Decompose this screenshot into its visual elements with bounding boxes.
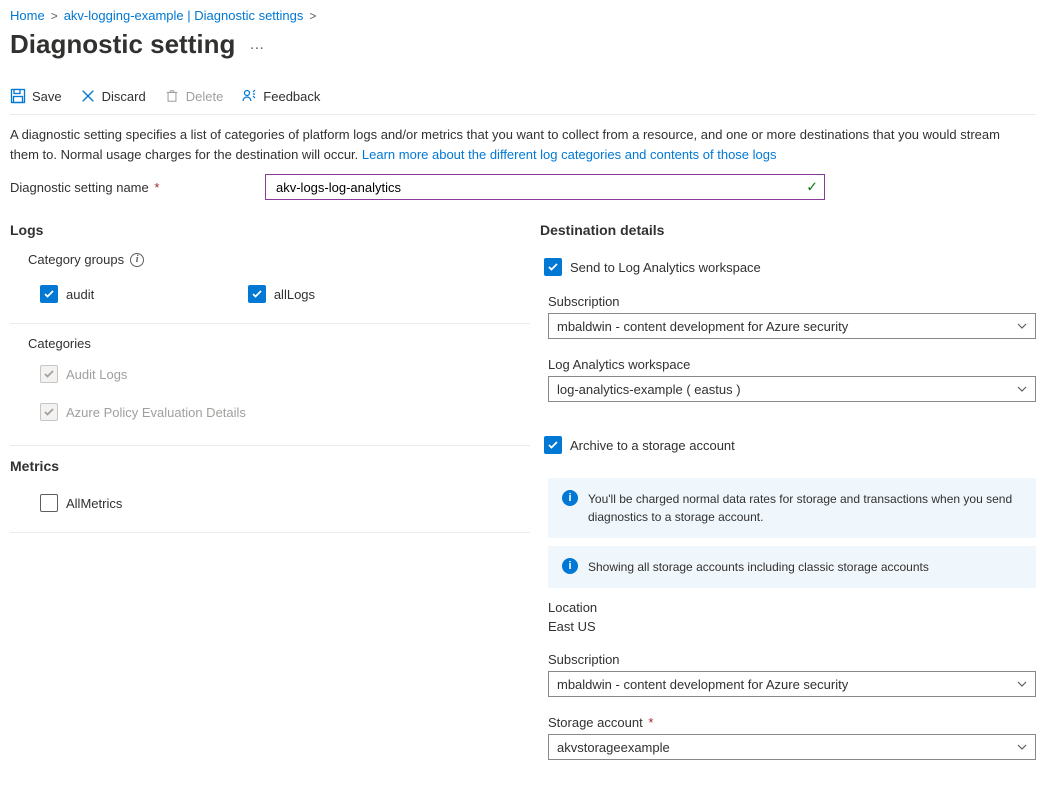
checkbox-checked-icon [544,436,562,454]
audit-label: audit [66,287,94,302]
delete-icon [164,88,180,104]
required-indicator: * [154,180,159,195]
checkbox-checked-icon [40,285,58,303]
location-label: Location [548,600,1036,615]
breadcrumb-resource[interactable]: akv-logging-example | Diagnostic setting… [64,8,304,23]
page-description: A diagnostic setting specifies a list of… [10,125,1030,164]
subscription-select[interactable]: mbaldwin - content development for Azure… [548,313,1036,339]
storage-label: Storage account [548,715,643,730]
delete-label: Delete [186,89,224,104]
more-actions-icon[interactable]: … [245,36,268,53]
info-banner-charges: i You'll be charged normal data rates fo… [548,478,1036,538]
law-label: Log Analytics workspace [548,357,1036,372]
discard-icon [80,88,96,104]
alllogs-label: allLogs [274,287,315,302]
subscription-label: Subscription [548,294,1036,309]
breadcrumb-sep-icon: > [309,9,316,23]
required-indicator: * [648,715,653,730]
logs-heading: Logs [10,222,530,238]
subscription2-value: mbaldwin - content development for Azure… [557,677,848,692]
info-icon: i [562,558,578,574]
checkbox-disabled-icon [40,403,58,421]
delete-button: Delete [164,88,224,104]
feedback-icon [241,88,257,104]
breadcrumb-home[interactable]: Home [10,8,45,23]
law-value: log-analytics-example ( eastus ) [557,382,741,397]
feedback-button[interactable]: Feedback [241,88,320,104]
feedback-label: Feedback [263,89,320,104]
categories-label: Categories [28,336,91,351]
law-select[interactable]: log-analytics-example ( eastus ) [548,376,1036,402]
page-title: Diagnostic setting [10,29,235,60]
checkbox-disabled-icon [40,365,58,383]
location-value: East US [548,619,1036,634]
category-groups-label: Category groups [28,252,124,267]
info-icon: i [562,490,578,506]
subscription2-label: Subscription [548,652,1036,667]
audit-checkbox-row[interactable]: audit [40,279,94,309]
subscription-value: mbaldwin - content development for Azure… [557,319,848,334]
subscription2-select[interactable]: mbaldwin - content development for Azure… [548,671,1036,697]
destination-heading: Destination details [540,222,1036,238]
info-banner-classic: i Showing all storage accounts including… [548,546,1036,588]
chevron-down-icon [1017,679,1027,689]
metrics-heading: Metrics [10,458,530,474]
send-law-label: Send to Log Analytics workspace [570,260,761,275]
breadcrumb-sep-icon: > [51,9,58,23]
save-label: Save [32,89,62,104]
info-icon[interactable]: i [130,253,144,267]
breadcrumb: Home > akv-logging-example | Diagnostic … [10,8,1036,23]
checkbox-unchecked-icon [40,494,58,512]
audit-logs-checkbox-row: Audit Logs [40,355,530,393]
policy-eval-checkbox-row: Azure Policy Evaluation Details [40,393,530,431]
checkbox-checked-icon [544,258,562,276]
policy-eval-label: Azure Policy Evaluation Details [66,405,246,420]
toolbar: Save Discard Delete Feedback [10,82,1036,115]
name-input-label: Diagnostic setting name [10,180,149,195]
name-input[interactable] [274,179,796,196]
storage-select[interactable]: akvstorageexample [548,734,1036,760]
discard-button[interactable]: Discard [80,88,146,104]
audit-logs-label: Audit Logs [66,367,127,382]
name-input-wrapper[interactable]: ✓ [265,174,825,200]
archive-checkbox-row[interactable]: Archive to a storage account [544,430,1036,460]
save-button[interactable]: Save [10,88,62,104]
allmetrics-checkbox-row[interactable]: AllMetrics [40,488,530,518]
alllogs-checkbox-row[interactable]: allLogs [248,279,315,309]
chevron-down-icon [1017,384,1027,394]
save-icon [10,88,26,104]
discard-label: Discard [102,89,146,104]
storage-value: akvstorageexample [557,740,670,755]
send-law-checkbox-row[interactable]: Send to Log Analytics workspace [544,252,1036,282]
chevron-down-icon [1017,742,1027,752]
chevron-down-icon [1017,321,1027,331]
valid-check-icon: ✓ [806,179,818,196]
banner1-text: You'll be charged normal data rates for … [588,490,1022,526]
checkbox-checked-icon [248,285,266,303]
archive-label: Archive to a storage account [570,438,735,453]
allmetrics-label: AllMetrics [66,496,122,511]
learn-more-link[interactable]: Learn more about the different log categ… [362,147,777,162]
banner2-text: Showing all storage accounts including c… [588,558,929,576]
